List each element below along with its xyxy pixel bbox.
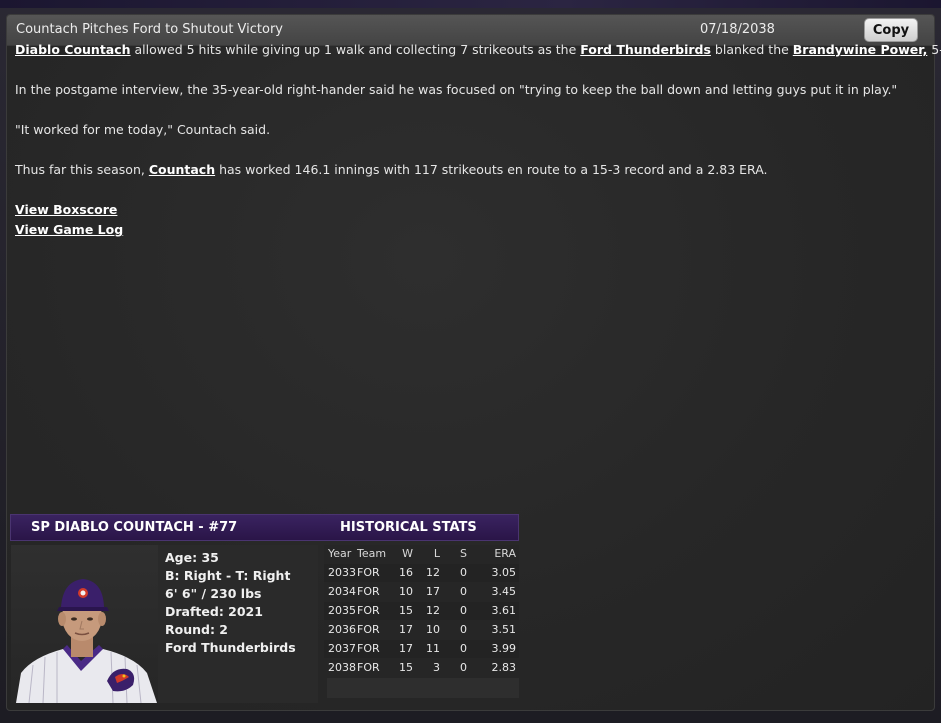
table-row: 2035 FOR 15 12 0 3.61 xyxy=(324,602,519,620)
app-window: Countach Pitches Ford to Shutout Victory… xyxy=(0,0,941,723)
opponent-team-link[interactable]: Brandywine Power, xyxy=(793,42,928,57)
view-boxscore-link[interactable]: View Boxscore xyxy=(15,202,117,217)
historical-stats-title: HISTORICAL STATS xyxy=(340,520,477,535)
cell-wins: 15 xyxy=(399,604,413,617)
header-year: Year xyxy=(328,547,352,560)
header-saves: S xyxy=(460,547,467,560)
cell-era: 3.61 xyxy=(491,604,517,617)
paragraph-text: blanked the xyxy=(710,42,793,57)
cell-era: 2.83 xyxy=(491,661,517,674)
cell-era: 3.99 xyxy=(491,642,517,655)
player-age: Age: 35 xyxy=(165,550,219,565)
cell-losses: 12 xyxy=(426,604,440,617)
cell-team: FOR xyxy=(357,661,380,674)
cell-saves: 0 xyxy=(460,642,467,655)
header-team: Team xyxy=(357,547,387,560)
team-link[interactable]: Ford Thunderbirds xyxy=(580,42,711,57)
stats-table-footer xyxy=(327,678,519,698)
window-top-border xyxy=(0,0,941,8)
cell-year: 2033 xyxy=(328,566,356,579)
cell-year: 2035 xyxy=(328,604,356,617)
view-game-log-link[interactable]: View Game Log xyxy=(15,222,123,237)
cell-year: 2037 xyxy=(328,642,356,655)
player-photo[interactable] xyxy=(11,545,158,703)
cell-era: 3.05 xyxy=(491,566,517,579)
cell-wins: 10 xyxy=(399,585,413,598)
player-team: Ford Thunderbirds xyxy=(165,640,296,655)
cell-losses: 10 xyxy=(426,623,440,636)
paragraph-text: 5-0. xyxy=(931,42,941,57)
cell-team: FOR xyxy=(357,604,380,617)
copy-button[interactable]: Copy xyxy=(864,18,918,42)
article-paragraph-2: In the postgame interview, the 35-year-o… xyxy=(15,82,898,97)
cell-year: 2034 xyxy=(328,585,356,598)
cell-team: FOR xyxy=(357,566,380,579)
article-paragraph-4: Thus far this season, Countach has worke… xyxy=(15,160,915,180)
paragraph-text: allowed 5 hits while giving up 1 walk an… xyxy=(130,42,581,57)
player-link[interactable]: Countach xyxy=(149,162,215,177)
cell-wins: 17 xyxy=(399,642,413,655)
cell-team: FOR xyxy=(357,585,380,598)
player-bio: Age: 35 B: Right - T: Right 6' 6" / 230 … xyxy=(158,545,318,703)
historical-stats-table: Year Team W L S ERA 2033 FOR 16 12 0 3.0… xyxy=(324,545,519,703)
cell-saves: 0 xyxy=(460,604,467,617)
table-row: 2036 FOR 17 10 0 3.51 xyxy=(324,621,519,639)
cell-team: FOR xyxy=(357,642,380,655)
paragraph-text: has worked 146.1 innings with 117 strike… xyxy=(215,162,768,177)
cell-wins: 17 xyxy=(399,623,413,636)
article-title: Countach Pitches Ford to Shutout Victory xyxy=(16,22,284,37)
cell-team: FOR xyxy=(357,623,380,636)
player-drafted: Drafted: 2021 xyxy=(165,604,263,619)
cell-saves: 0 xyxy=(460,585,467,598)
article-paragraph-3: "It worked for me today," Countach said. xyxy=(15,122,271,137)
table-row: 2033 FOR 16 12 0 3.05 xyxy=(324,564,519,582)
player-bats-throws: B: Right - T: Right xyxy=(165,568,291,583)
table-row: 2034 FOR 10 17 0 3.45 xyxy=(324,583,519,601)
paragraph-text: Thus far this season, xyxy=(15,162,149,177)
article-date: 07/18/2038 xyxy=(700,22,775,37)
player-card-name[interactable]: SP DIABLO COUNTACH - #77 xyxy=(31,520,237,535)
player-portrait-image xyxy=(16,579,157,703)
article-paragraph-1: Diablo Countach allowed 5 hits while giv… xyxy=(15,40,941,60)
table-row: 2037 FOR 17 11 0 3.99 xyxy=(324,640,519,658)
stats-table-header: Year Team W L S ERA xyxy=(324,545,519,563)
cell-losses: 12 xyxy=(426,566,440,579)
cell-saves: 0 xyxy=(460,566,467,579)
article-body: Diablo Countach allowed 5 hits while giv… xyxy=(15,40,941,240)
cell-saves: 0 xyxy=(460,661,467,674)
article-links: View Boxscore View Game Log xyxy=(15,200,915,240)
player-draft-round: Round: 2 xyxy=(165,622,229,637)
table-row: 2038 FOR 15 3 0 2.83 xyxy=(324,659,519,677)
cell-era: 3.45 xyxy=(491,585,517,598)
cell-wins: 15 xyxy=(399,661,413,674)
cell-losses: 17 xyxy=(426,585,440,598)
header-era: ERA xyxy=(494,547,516,560)
cell-year: 2038 xyxy=(328,661,356,674)
cell-wins: 16 xyxy=(399,566,413,579)
player-card-header: SP DIABLO COUNTACH - #77 HISTORICAL STAT… xyxy=(10,514,519,541)
header-wins: W xyxy=(402,547,413,560)
player-link[interactable]: Diablo Countach xyxy=(15,42,131,57)
cell-losses: 11 xyxy=(426,642,440,655)
cell-year: 2036 xyxy=(328,623,356,636)
header-losses: L xyxy=(433,547,440,560)
cell-losses: 3 xyxy=(433,661,440,674)
player-height-weight: 6' 6" / 230 lbs xyxy=(165,586,262,601)
cell-saves: 0 xyxy=(460,623,467,636)
cell-era: 3.51 xyxy=(491,623,517,636)
